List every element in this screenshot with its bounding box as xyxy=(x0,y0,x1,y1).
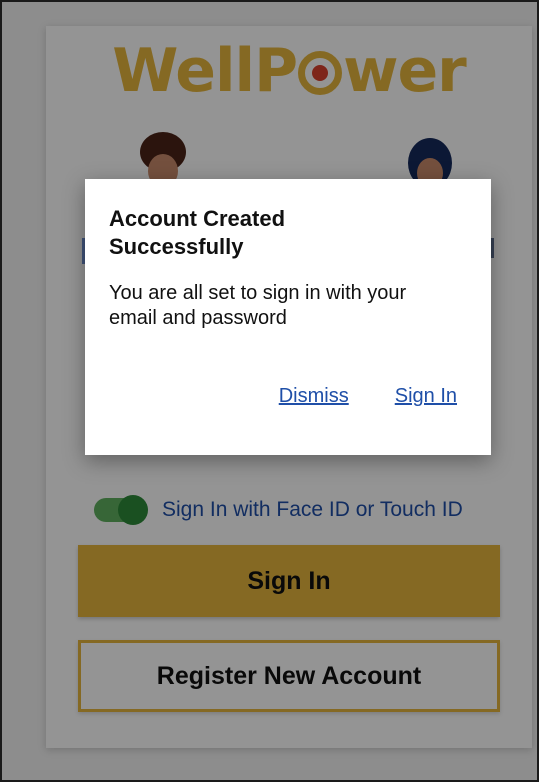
dialog-sign-in-button[interactable]: Sign In xyxy=(395,385,457,408)
dialog-actions: Dismiss Sign In xyxy=(279,385,457,408)
dialog-title: Account Created Successfully xyxy=(109,206,286,259)
dialog-message: You are all set to sign in with your ema… xyxy=(109,282,407,329)
device-screen: WellP wer Sign In with Face ID or Touch I… xyxy=(0,0,539,782)
account-created-dialog: Account Created Successfully You are all… xyxy=(85,179,491,455)
dismiss-button[interactable]: Dismiss xyxy=(279,385,349,408)
